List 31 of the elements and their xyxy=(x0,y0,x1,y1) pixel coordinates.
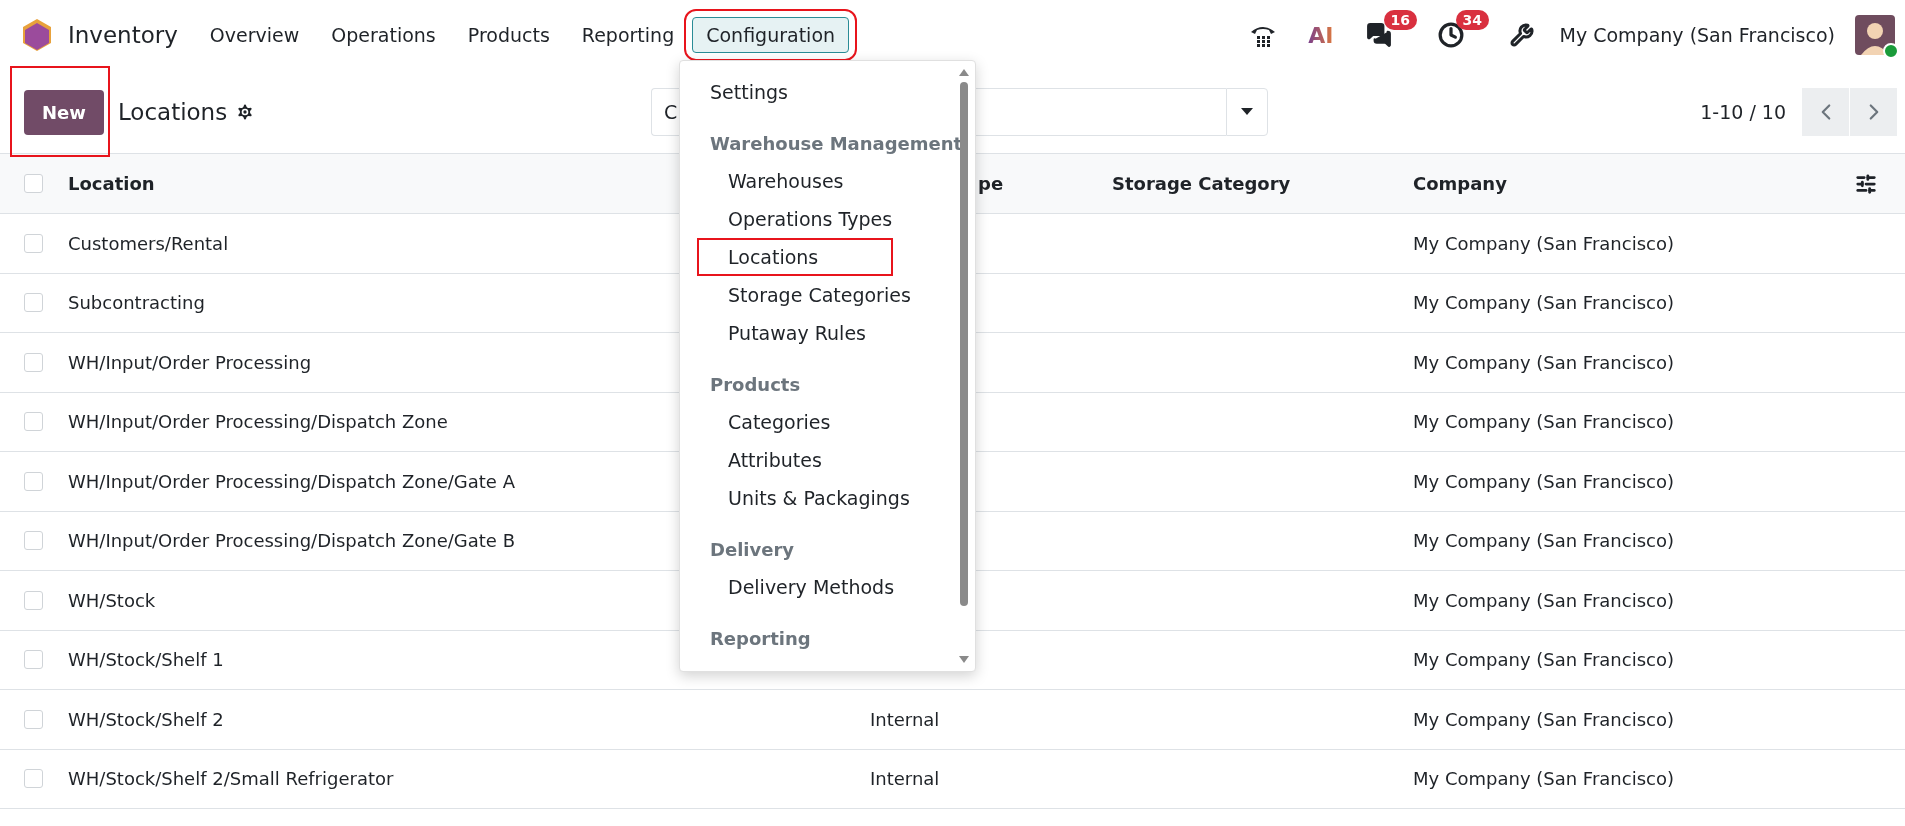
table-cell: My Company (San Francisco) xyxy=(1413,708,1674,730)
menu-section-title: Reporting xyxy=(709,627,812,651)
table-cell: WH/Input/Order Processing/Dispatch Zone/Gate B xyxy=(68,530,515,552)
table-cell: WH/Stock/Shelf 2 xyxy=(68,708,224,730)
table-cell: Internal xyxy=(870,768,940,790)
table-cell: Internal xyxy=(870,708,940,730)
activity-count: 34 xyxy=(1455,10,1489,30)
menu-section-title: Products xyxy=(709,373,802,397)
table-cell: WH/Input/Order Processing xyxy=(68,351,312,373)
menu-section-title: Delivery xyxy=(709,538,796,562)
pager-value: 1-10 / 10 xyxy=(1700,100,1786,123)
table-cell: WH/Input/Order Processing/Dispatch Zone xyxy=(68,411,448,433)
table-cell: My Company (San Francisco) xyxy=(1413,589,1674,611)
table-cell: WH/Stock xyxy=(68,589,156,611)
menu-section-title: Warehouse Management xyxy=(709,132,964,156)
message-count: 16 xyxy=(1383,10,1417,30)
table-cell: Subcontracting xyxy=(68,292,205,314)
page-title: Locations xyxy=(117,98,228,125)
table-cell: My Company (San Francisco) xyxy=(1413,768,1674,790)
table-cell: My Company (San Francisco) xyxy=(1413,470,1674,492)
table-cell: My Company (San Francisco) xyxy=(1413,232,1674,254)
table-cell: My Company (San Francisco) xyxy=(1413,351,1674,373)
app-name: Inventory xyxy=(68,22,178,48)
table-cell: My Company (San Francisco) xyxy=(1413,292,1674,314)
table-cell: WH/Stock/Shelf 1 xyxy=(68,649,224,671)
table-cell: My Company (San Francisco) xyxy=(1413,411,1674,433)
table-cell: My Company (San Francisco) xyxy=(1413,530,1674,552)
table-cell: WH/Input/Order Processing/Dispatch Zone/Gate A xyxy=(68,470,515,492)
table-cell: My Company (San Francisco) xyxy=(1413,649,1674,671)
table-cell: Customers/Rental xyxy=(68,232,229,254)
table-cell: WH/Stock/Shelf 2/Small Refrigerator xyxy=(68,768,394,790)
